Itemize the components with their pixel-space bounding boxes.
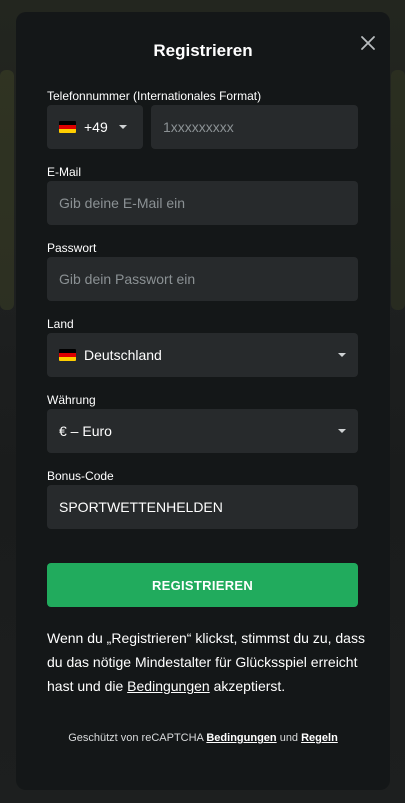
germany-flag-icon [59, 121, 76, 133]
email-placeholder: Gib deine E-Mail ein [59, 195, 186, 211]
password-label: Passwort [47, 241, 97, 255]
close-button[interactable] [356, 31, 380, 55]
phone-label: Telefonnummer (Internationales Format) [47, 89, 262, 103]
recaptcha-text: Geschützt von reCAPTCHA [68, 732, 207, 744]
currency-value: € – Euro [59, 423, 112, 439]
chevron-down-icon [119, 125, 127, 129]
country-value: Deutschland [84, 347, 162, 363]
bonus-code-value: SPORTWETTENHELDEN [59, 499, 223, 515]
consent-text: Wenn du „Registrieren“ klickst, stimmst … [47, 626, 367, 698]
recaptcha-and: und [276, 732, 302, 744]
phone-placeholder: 1xxxxxxxxx [163, 119, 234, 135]
country-code-select[interactable]: +49 [47, 105, 143, 149]
email-label: E-Mail [47, 165, 82, 179]
close-icon [361, 36, 375, 50]
email-field[interactable]: Gib deine E-Mail ein [47, 181, 358, 225]
terms-link[interactable]: Bedingungen [127, 678, 210, 694]
recaptcha-terms-link[interactable]: Bedingungen [206, 732, 276, 744]
recaptcha-rules-link[interactable]: Regeln [301, 732, 338, 744]
chevron-down-icon [338, 429, 346, 433]
password-field[interactable]: Gib dein Passwort ein [47, 257, 358, 301]
chevron-down-icon [338, 353, 346, 357]
bonus-code-input[interactable]: SPORTWETTENHELDEN [47, 485, 358, 529]
consent-text-after: akzeptierst. [209, 678, 286, 694]
bonus-code-label: Bonus-Code [47, 469, 114, 483]
register-button[interactable]: REGISTRIEREN [47, 563, 358, 607]
registration-modal: Registrieren Telefonnummer (Internationa… [16, 12, 390, 790]
background-thumbnail [391, 70, 405, 310]
germany-flag-icon [59, 349, 76, 361]
modal-title: Registrieren [153, 41, 253, 60]
country-select[interactable]: Deutschland [47, 333, 358, 377]
password-placeholder: Gib dein Passwort ein [59, 271, 196, 287]
background-thumbnail [0, 70, 14, 310]
currency-label: Währung [47, 393, 96, 407]
country-code-value: +49 [84, 119, 108, 135]
recaptcha-notice: Geschützt von reCAPTCHA Bedingungen und … [16, 732, 390, 744]
country-label: Land [47, 317, 74, 331]
currency-select[interactable]: € – Euro [47, 409, 358, 453]
phone-input[interactable]: 1xxxxxxxxx [151, 105, 358, 149]
